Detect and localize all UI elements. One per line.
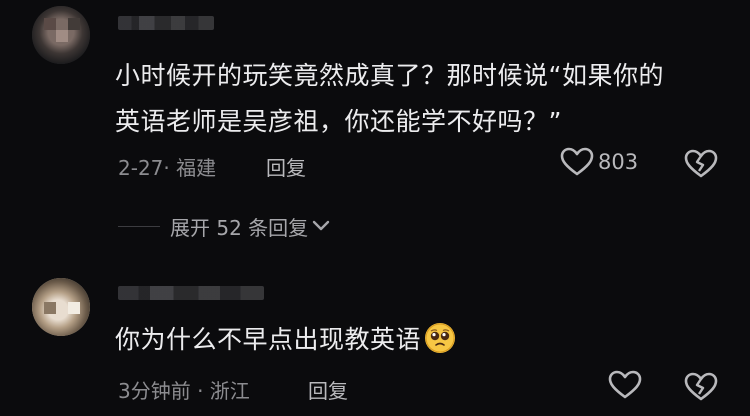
expand-replies-button[interactable]: 展开 52 条回复 bbox=[118, 212, 330, 241]
comment-text: 英语老师是吴彦祖，你还能学不好吗？” bbox=[115, 107, 562, 136]
broken-heart-icon bbox=[684, 372, 718, 406]
username[interactable] bbox=[118, 286, 264, 300]
dislike-button[interactable] bbox=[684, 372, 718, 406]
comment-text-content: 你为什么不早点出现教英语 bbox=[115, 325, 422, 354]
comment-meta: 3分钟前 · 浙江 bbox=[118, 379, 250, 403]
pleading-face-emoji bbox=[425, 323, 456, 353]
username[interactable] bbox=[118, 16, 214, 30]
comment-text: 你为什么不早点出现教英语 bbox=[115, 317, 456, 362]
like-button[interactable] bbox=[608, 370, 646, 400]
avatar[interactable] bbox=[32, 278, 90, 336]
comment-meta: 2-27· 福建 bbox=[118, 156, 217, 180]
broken-heart-icon bbox=[684, 149, 718, 183]
reply-button[interactable]: 回复 bbox=[308, 375, 348, 404]
like-count: 803 bbox=[598, 150, 639, 174]
reply-button[interactable]: 回复 bbox=[266, 152, 306, 181]
heart-outline-icon bbox=[608, 370, 642, 400]
divider bbox=[118, 226, 160, 227]
like-button[interactable]: 803 bbox=[560, 147, 638, 177]
avatar[interactable] bbox=[32, 6, 90, 64]
heart-outline-icon bbox=[560, 147, 594, 177]
comment-item: 你为什么不早点出现教英语 3分钟前 · 浙江 回复 bbox=[0, 270, 750, 416]
chevron-down-icon bbox=[308, 217, 330, 236]
comment-item: 小时候开的玩笑竟然成真了？那时候说“如果你的 英语老师是吴彦祖，你还能学不好吗？… bbox=[0, 0, 750, 200]
dislike-button[interactable] bbox=[684, 149, 718, 183]
comment-text: 小时候开的玩笑竟然成真了？那时候说“如果你的 bbox=[115, 61, 664, 90]
expand-replies-label: 展开 52 条回复 bbox=[170, 216, 309, 240]
